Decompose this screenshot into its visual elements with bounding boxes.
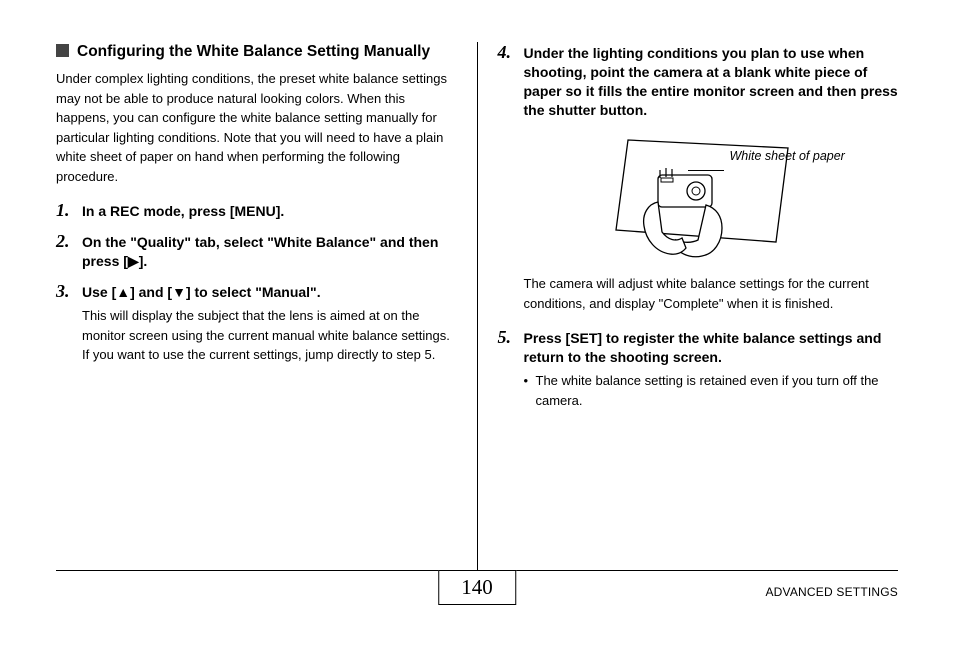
callout-line [688, 170, 724, 171]
intro-paragraph: Under complex lighting conditions, the p… [56, 69, 457, 186]
step-title: Use [▲] and [▼] to select "Manual". [82, 284, 321, 300]
up-triangle-icon: ▲ [116, 284, 130, 300]
step-title: Press [SET] to register the white balanc… [524, 330, 882, 365]
right-column: 4. Under the lighting conditions you pla… [478, 42, 899, 572]
down-triangle-icon: ▼ [172, 284, 186, 300]
step-3: 3. Use [▲] and [▼] to select "Manual". T… [56, 281, 457, 365]
two-column-layout: Configuring the White Balance Setting Ma… [56, 42, 898, 572]
text-fragment: ]. [139, 253, 148, 269]
step-number: 5. [498, 327, 524, 348]
heading-text: Configuring the White Balance Setting Ma… [77, 42, 430, 61]
text-fragment: Use [ [82, 284, 116, 300]
step-body-text: This will display the subject that the l… [82, 306, 457, 365]
step-title: On the "Quality" tab, select "White Bala… [82, 234, 438, 269]
square-bullet-icon [56, 44, 69, 57]
step-4: 4. Under the lighting conditions you pla… [498, 42, 899, 120]
illustration-label: White sheet of paper [730, 148, 890, 165]
step-title: In a REC mode, press [MENU]. [82, 203, 284, 219]
left-column: Configuring the White Balance Setting Ma… [56, 42, 477, 572]
page-footer: 140 ADVANCED SETTINGS [56, 570, 898, 616]
page-number: 140 [438, 570, 516, 605]
step-number: 4. [498, 42, 524, 63]
step-4-after-text: The camera will adjust white balance set… [524, 274, 899, 313]
illustration: White sheet of paper [498, 130, 899, 260]
section-label: ADVANCED SETTINGS [658, 585, 898, 599]
manual-page: Configuring the White Balance Setting Ma… [0, 0, 954, 646]
step-content: In a REC mode, press [MENU]. [82, 202, 457, 221]
step-1: 1. In a REC mode, press [MENU]. [56, 200, 457, 221]
step-content: Press [SET] to register the white balanc… [524, 329, 899, 410]
bullet-dot-icon: • [524, 371, 536, 391]
right-triangle-icon: ▶ [128, 253, 139, 269]
step-number: 3. [56, 281, 82, 302]
step-number: 1. [56, 200, 82, 221]
footer-row: 140 ADVANCED SETTINGS [56, 571, 898, 613]
step-number: 2. [56, 231, 82, 252]
step-content: On the "Quality" tab, select "White Bala… [82, 233, 457, 271]
step-title: Under the lighting conditions you plan t… [524, 45, 898, 118]
step-content: Under the lighting conditions you plan t… [524, 44, 899, 120]
step-2: 2. On the "Quality" tab, select "White B… [56, 231, 457, 271]
step-content: Use [▲] and [▼] to select "Manual". This… [82, 283, 457, 365]
text-fragment: ] to select "Manual". [186, 284, 321, 300]
text-fragment: ] and [ [130, 284, 172, 300]
step-5: 5. Press [SET] to register the white bal… [498, 327, 899, 410]
bullet-text: The white balance setting is retained ev… [536, 371, 899, 410]
step-bullet: • The white balance setting is retained … [524, 371, 899, 410]
section-heading: Configuring the White Balance Setting Ma… [56, 42, 457, 61]
